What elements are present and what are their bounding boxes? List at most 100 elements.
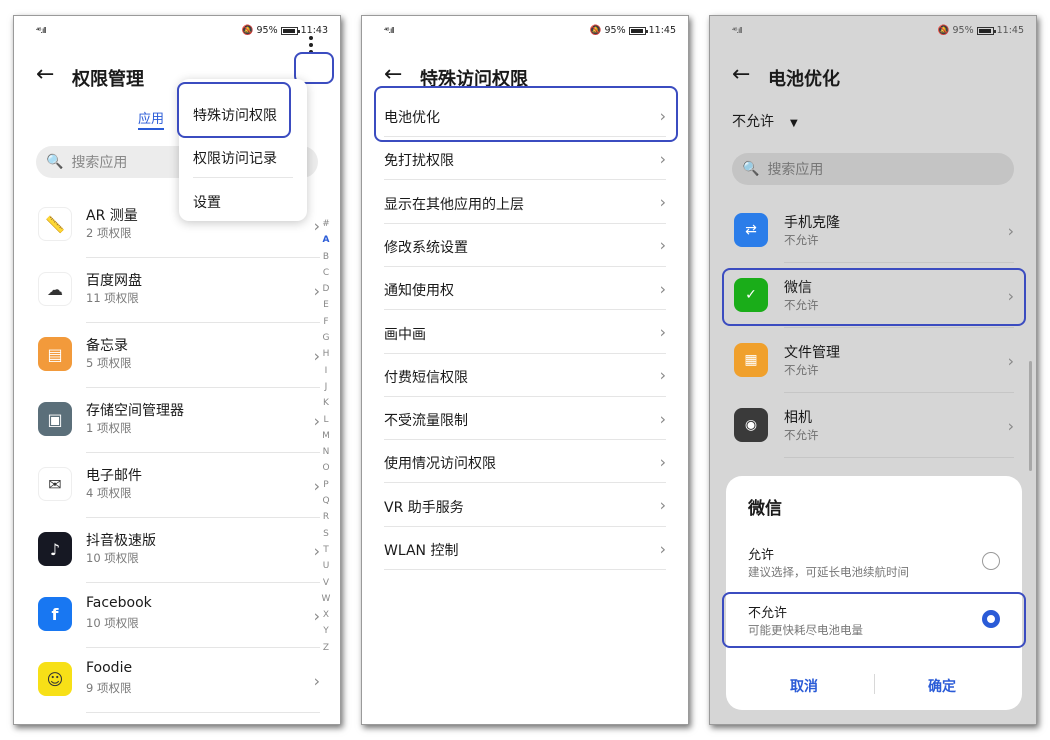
- menu-item-settings[interactable]: 设置: [193, 192, 221, 212]
- alphabet-letter[interactable]: Z: [323, 640, 329, 656]
- special-access-item[interactable]: 电池优化 ›: [384, 94, 666, 137]
- special-access-item[interactable]: VR 助手服务 ›: [384, 484, 666, 527]
- back-arrow-icon[interactable]: ←: [36, 64, 54, 86]
- app-name: 手机克隆: [784, 215, 840, 231]
- app-name: Foodie: [86, 660, 133, 676]
- battery-icon: [976, 26, 996, 35]
- back-arrow-icon[interactable]: ←: [384, 64, 402, 86]
- search-placeholder: 搜索应用: [71, 155, 128, 171]
- filter-dropdown[interactable]: 不允许 ▼: [732, 111, 798, 131]
- option-desc: 建议选择，可延长电池续航时间: [748, 565, 909, 579]
- battery-app-item[interactable]: ▦ 文件管理 不允许 ›: [732, 328, 1014, 393]
- chevron-right-icon: ›: [659, 235, 666, 255]
- app-name: Facebook: [86, 595, 152, 611]
- app-permission-count: 10 项权限: [86, 551, 139, 565]
- app-permission-count: 1 项权限: [86, 421, 132, 435]
- mute-icon: 🔕: [937, 25, 950, 36]
- menu-item-special-access[interactable]: 特殊访问权限: [193, 105, 277, 125]
- alphabet-letter[interactable]: L: [323, 412, 328, 428]
- app-permission-count: 2 项权限: [86, 226, 132, 240]
- alphabet-letter[interactable]: S: [323, 526, 329, 542]
- tab-apps[interactable]: 应用: [138, 108, 164, 127]
- alphabet-letter[interactable]: J: [325, 379, 328, 395]
- special-access-item[interactable]: 使用情况访问权限 ›: [384, 440, 666, 484]
- special-access-item[interactable]: 免打扰权限 ›: [384, 137, 666, 181]
- option-deny[interactable]: 不允许 可能更快耗尽电池电量: [748, 602, 1000, 652]
- email-icon: ✉: [38, 467, 72, 501]
- alphabet-letter[interactable]: B: [323, 249, 329, 265]
- option-allow[interactable]: 允许 建议选择，可延长电池续航时间: [748, 544, 1000, 594]
- chevron-right-icon: ›: [1007, 416, 1014, 435]
- clock: 11:45: [996, 25, 1024, 36]
- chevron-right-icon: ›: [659, 149, 666, 169]
- app-name: 电子邮件: [86, 468, 142, 484]
- special-access-item[interactable]: 显示在其他应用的上层 ›: [384, 181, 666, 224]
- alphabet-letter[interactable]: O: [322, 460, 329, 476]
- chevron-right-icon: ›: [1007, 351, 1014, 370]
- special-access-item[interactable]: 不受流量限制 ›: [384, 397, 666, 441]
- item-label: 付费短信权限: [384, 369, 468, 386]
- alphabet-letter[interactable]: G: [323, 330, 330, 346]
- page-title: 电池优化: [768, 69, 840, 90]
- alphabet-letter[interactable]: C: [323, 265, 329, 281]
- alphabet-index[interactable]: # A B C D E F G H I J K L M N O P Q R S T U V W X Y Z: [320, 216, 332, 656]
- more-options-icon[interactable]: [296, 30, 326, 60]
- battery-app-item[interactable]: ⇄ 手机克隆 不允许 ›: [732, 198, 1014, 263]
- alphabet-letter[interactable]: W: [322, 591, 331, 607]
- battery-app-item[interactable]: ✓ 微信 不允许 ›: [732, 263, 1014, 328]
- alphabet-letter[interactable]: V: [323, 575, 329, 591]
- menu-divider: [193, 177, 293, 178]
- app-permission-count: 9 项权限: [86, 681, 132, 695]
- alphabet-letter[interactable]: U: [323, 558, 330, 574]
- alphabet-letter[interactable]: M: [322, 428, 330, 444]
- app-status: 不允许: [784, 233, 819, 247]
- chevron-right-icon: ›: [1007, 221, 1014, 240]
- battery-app-item[interactable]: ◉ 相机 不允许 ›: [732, 393, 1014, 458]
- baidu-netdisk-icon: ☁: [38, 272, 72, 306]
- file-manager-icon: ▦: [734, 343, 768, 377]
- radio-allow[interactable]: [982, 552, 1000, 570]
- alphabet-letter[interactable]: I: [325, 363, 328, 379]
- alphabet-letter[interactable]: R: [323, 509, 329, 525]
- search-input[interactable]: 🔍 搜索应用: [732, 153, 1014, 185]
- app-list-item[interactable]: ☁ 百度网盘 11 项权限 ›: [36, 258, 320, 323]
- special-access-item[interactable]: 付费短信权限 ›: [384, 354, 666, 397]
- special-access-item[interactable]: 画中画 ›: [384, 311, 666, 354]
- app-list-item[interactable]: f Facebook 10 项权限 ›: [36, 583, 320, 648]
- alphabet-letter[interactable]: P: [323, 477, 328, 493]
- app-list-item[interactable]: ▣ 存储空间管理器 1 项权限 ›: [36, 388, 320, 453]
- special-access-item[interactable]: WLAN 控制 ›: [384, 527, 666, 570]
- app-name: AR 测量: [86, 208, 138, 224]
- status-bar: ⁴⁶.ıll 🔕 95% 11:45: [362, 16, 688, 46]
- alphabet-letter[interactable]: Q: [322, 493, 329, 509]
- alphabet-letter[interactable]: H: [323, 346, 330, 362]
- special-access-item[interactable]: 通知使用权 ›: [384, 267, 666, 311]
- scrollbar[interactable]: [1029, 361, 1032, 471]
- menu-item-access-history[interactable]: 权限访问记录: [193, 148, 277, 168]
- alphabet-letter[interactable]: D: [323, 281, 330, 297]
- alphabet-letter[interactable]: #: [322, 216, 330, 232]
- alphabet-letter[interactable]: K: [323, 395, 329, 411]
- alphabet-letter[interactable]: F: [323, 314, 328, 330]
- special-access-item[interactable]: 修改系统设置 ›: [384, 224, 666, 267]
- battery-percent: 95%: [604, 25, 626, 36]
- alphabet-letter[interactable]: T: [323, 542, 329, 558]
- app-list-item[interactable]: ✉ 电子邮件 4 项权限 ›: [36, 453, 320, 518]
- alphabet-letter[interactable]: E: [323, 297, 329, 313]
- page-title: 特殊访问权限: [420, 69, 528, 90]
- cancel-button[interactable]: 取消: [790, 676, 818, 696]
- alphabet-letter[interactable]: X: [323, 607, 329, 623]
- radio-deny[interactable]: [982, 610, 1000, 628]
- app-list-item[interactable]: ☺ Foodie 9 项权限 ›: [36, 648, 320, 713]
- camera-icon: ◉: [734, 408, 768, 442]
- confirm-button[interactable]: 确定: [928, 676, 956, 696]
- alphabet-letter[interactable]: A: [323, 232, 330, 248]
- alphabet-letter[interactable]: Y: [323, 623, 329, 639]
- chevron-right-icon: ›: [659, 452, 666, 472]
- alphabet-letter[interactable]: N: [323, 444, 330, 460]
- app-list-item[interactable]: ♪ 抖音极速版 10 项权限 ›: [36, 518, 320, 583]
- back-arrow-icon[interactable]: ←: [732, 64, 750, 86]
- app-name: 抖音极速版: [86, 533, 156, 549]
- divider: [86, 712, 320, 713]
- app-list-item[interactable]: ▤ 备忘录 5 项权限 ›: [36, 323, 320, 388]
